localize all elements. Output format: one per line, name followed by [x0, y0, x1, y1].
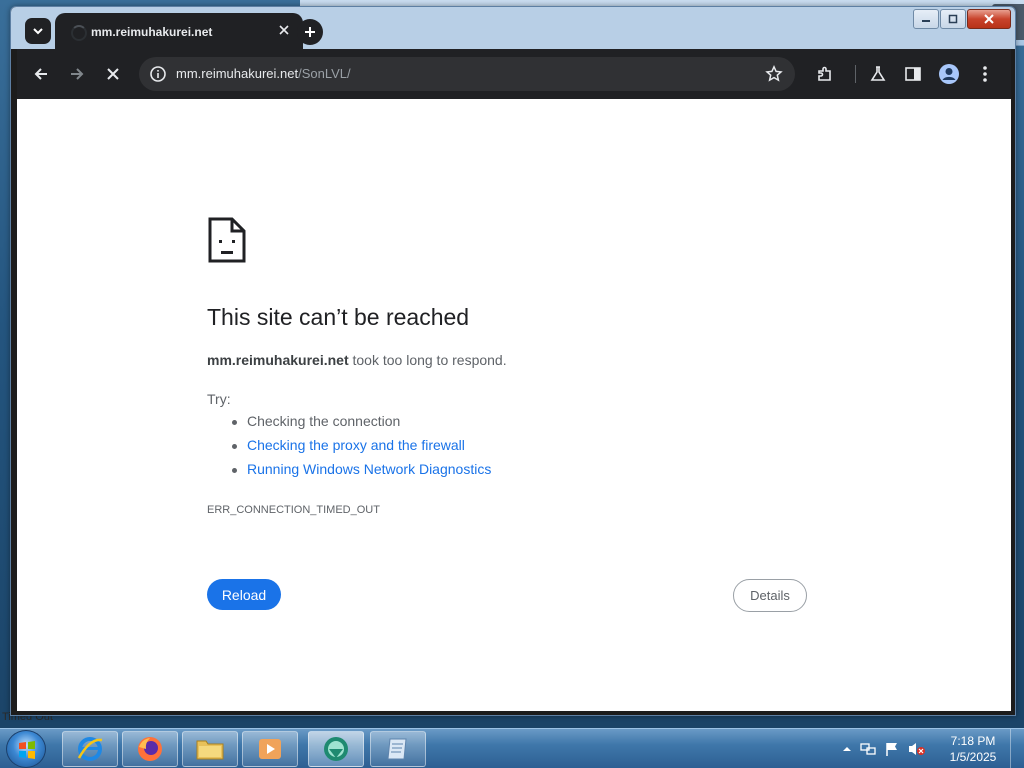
more-vertical-icon: [983, 66, 987, 82]
network-icon: [860, 743, 876, 755]
toolbar-divider: [855, 65, 856, 83]
arrow-left-icon: [34, 68, 47, 80]
new-tab-button[interactable]: [297, 19, 323, 45]
error-message: mm.reimuhakurei.net took too long to res…: [207, 352, 507, 368]
taskbar-file-explorer[interactable]: [182, 731, 238, 767]
error-title: This site can’t be reached: [207, 304, 470, 330]
minimize-button[interactable]: [913, 9, 939, 29]
taskbar-firefox[interactable]: [122, 731, 178, 767]
taskbar-internet-explorer[interactable]: [62, 731, 118, 767]
chevron-up-icon: [843, 747, 851, 751]
error-code: ERR_CONNECTION_TIMED_OUT: [207, 504, 380, 516]
start-button[interactable]: [6, 730, 46, 768]
address-bar[interactable]: mm.reimuhakurei.net/SonLVL/: [139, 57, 795, 91]
error-message-text: took too long to respond.: [348, 352, 507, 368]
tab-close-button[interactable]: [275, 23, 293, 41]
sad-page-icon: [208, 217, 246, 263]
plus-icon: [305, 27, 315, 37]
reload-button[interactable]: Reload: [207, 579, 281, 610]
profile-button[interactable]: [937, 62, 961, 86]
tab-title: mm.reimuhakurei.net: [91, 25, 213, 39]
windows-logo-icon: [19, 741, 35, 759]
tab-active[interactable]: mm.reimuhakurei.net: [55, 13, 303, 51]
tray-volume-button[interactable]: [908, 741, 926, 757]
browser-toolbar: mm.reimuhakurei.net/SonLVL/: [17, 49, 1011, 99]
close-icon: [107, 68, 119, 80]
firefox-icon: [138, 737, 162, 761]
flask-icon: [870, 66, 886, 81]
suggestion-list: Checking the connection Checking the pro…: [231, 413, 491, 485]
page-content: This site can’t be reached mm.reimuhakur…: [17, 99, 1011, 711]
info-icon[interactable]: [149, 65, 167, 83]
avatar-icon: [939, 64, 959, 84]
close-window-button[interactable]: [967, 9, 1011, 29]
details-button[interactable]: Details: [733, 579, 807, 612]
flag-icon: [886, 743, 897, 756]
maximize-button[interactable]: [940, 9, 966, 29]
title-bar: mm.reimuhakurei.net: [11, 7, 1015, 51]
folder-icon: [196, 740, 224, 760]
extensions-button[interactable]: [813, 62, 837, 86]
side-panel-button[interactable]: [901, 62, 925, 86]
side-panel-icon: [905, 67, 921, 81]
clock-time: 7:18 PM: [950, 734, 996, 748]
minimize-icon: [922, 20, 930, 22]
suggestion-link-proxy[interactable]: Checking the proxy and the firewall: [231, 437, 491, 461]
url-text[interactable]: mm.reimuhakurei.net/SonLVL/: [176, 66, 351, 81]
suggestion-item: Checking the connection: [231, 413, 491, 437]
close-icon: [984, 14, 994, 24]
back-button[interactable]: [29, 62, 53, 86]
loading-spinner-icon: [71, 25, 87, 41]
notepad-icon: [387, 738, 407, 760]
url-host: mm.reimuhakurei.net: [176, 66, 299, 81]
browser-window: mm.reimuhakurei.net mm.reimuhakurei.net/…: [10, 6, 1016, 716]
internet-explorer-icon: [77, 737, 103, 761]
chevron-down-icon: [33, 28, 43, 35]
browser-app-icon: [324, 737, 348, 761]
tray-network-button[interactable]: [860, 741, 876, 757]
tray-action-center-button[interactable]: [884, 741, 900, 757]
menu-button[interactable]: [973, 62, 997, 86]
suggestion-link-diagnostics[interactable]: Running Windows Network Diagnostics: [231, 461, 491, 485]
speaker-muted-icon: [909, 743, 925, 755]
puzzle-icon: [818, 66, 831, 81]
error-host: mm.reimuhakurei.net: [207, 352, 349, 368]
window-controls: [912, 9, 1011, 31]
forward-button[interactable]: [65, 62, 89, 86]
taskbar-notepad[interactable]: [370, 731, 426, 767]
bookmark-star-icon[interactable]: [765, 65, 783, 83]
taskbar: 7:18 PM 1/5/2025: [0, 728, 1024, 768]
restore-icon: [948, 14, 958, 24]
try-label: Try:: [207, 391, 231, 407]
taskbar-clock[interactable]: 7:18 PM 1/5/2025: [943, 733, 1003, 765]
media-player-icon: [259, 739, 281, 759]
close-icon: [279, 25, 289, 35]
url-path: /SonLVL/: [298, 66, 351, 81]
show-desktop-button[interactable]: [1010, 729, 1024, 768]
taskbar-chrome-active[interactable]: [308, 731, 364, 767]
system-tray: [842, 735, 934, 763]
arrow-right-icon: [71, 68, 84, 80]
taskbar-media-player[interactable]: [242, 731, 298, 767]
labs-button[interactable]: [866, 62, 890, 86]
tab-search-button[interactable]: [25, 18, 51, 44]
stop-loading-button[interactable]: [101, 62, 125, 86]
tray-expand-button[interactable]: [842, 744, 852, 754]
clock-date: 1/5/2025: [949, 750, 997, 764]
